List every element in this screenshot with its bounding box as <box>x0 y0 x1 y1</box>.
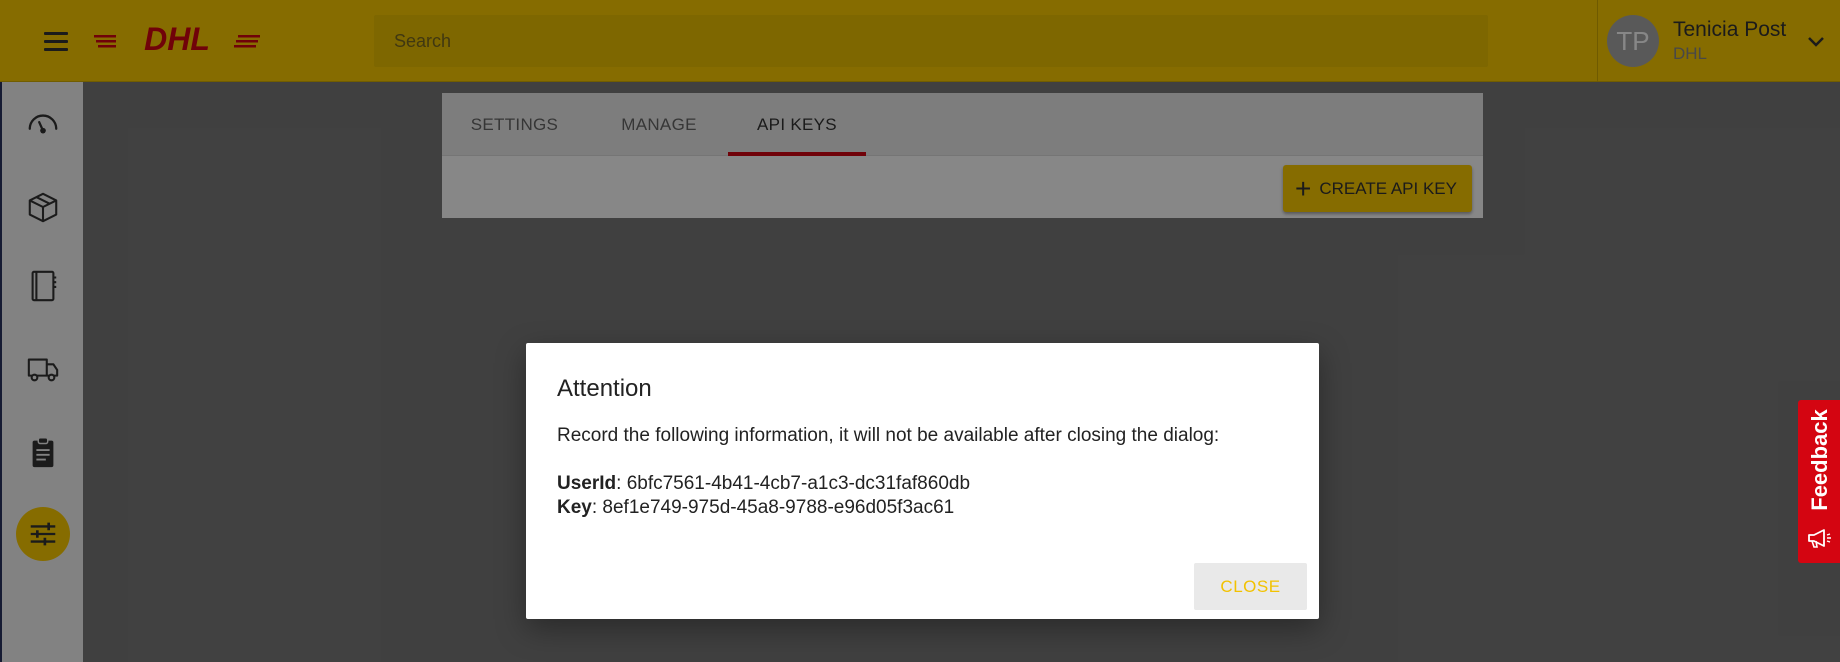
feedback-tab[interactable]: Feedback <box>1798 400 1840 563</box>
close-button[interactable]: CLOSE <box>1194 563 1307 610</box>
key-value: : 8ef1e749-975d-45a8-9788-e96d05f3ac61 <box>591 497 955 518</box>
key-label: Key <box>557 497 592 518</box>
key-row: Key: 8ef1e749-975d-45a8-9788-e96d05f3ac6… <box>557 497 954 519</box>
dialog-title: Attention <box>557 375 652 402</box>
user-id-label: UserId <box>557 473 617 494</box>
user-id-row: UserId: 6bfc7561-4b41-4cb7-a1c3-dc31faf8… <box>557 473 970 495</box>
attention-dialog: Attention Record the following informati… <box>526 343 1319 619</box>
dialog-message: Record the following information, it wil… <box>557 425 1220 446</box>
user-id-value: : 6bfc7561-4b41-4cb7-a1c3-dc31faf860db <box>616 473 971 494</box>
megaphone-icon <box>1808 529 1831 548</box>
feedback-label: Feedback <box>1807 409 1832 511</box>
